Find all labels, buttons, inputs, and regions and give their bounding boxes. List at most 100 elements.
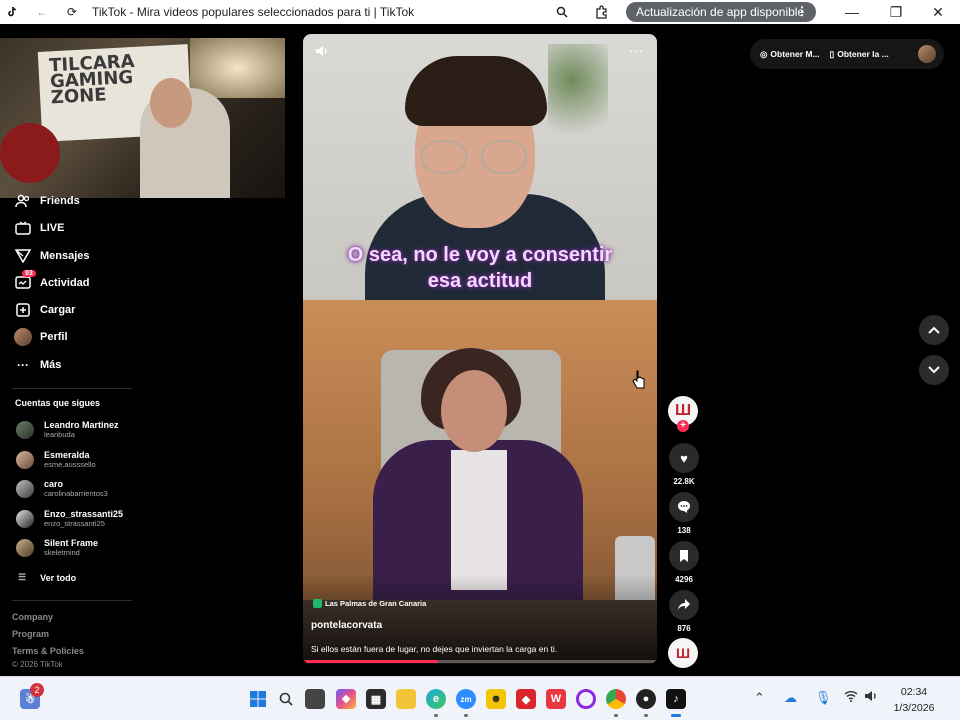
restore-button[interactable]: ❐: [876, 0, 916, 24]
heart-icon[interactable]: ♥: [669, 443, 699, 473]
file-explorer-icon[interactable]: [396, 689, 416, 709]
video-description: Si ellos están fuera de lugar, no dejes …: [311, 644, 558, 654]
list-icon: ☰: [18, 572, 27, 582]
volume-icon[interactable]: [315, 44, 329, 61]
roblox-icon[interactable]: ◆: [516, 689, 536, 709]
more-options-icon[interactable]: ···: [629, 42, 643, 58]
clock-date: 1/3/2026: [893, 702, 935, 714]
clock-time: 02:34: [900, 686, 928, 698]
sidebar-item-profile[interactable]: Perfil: [14, 326, 68, 348]
game-icon[interactable]: ☻: [486, 689, 506, 709]
divider: [12, 388, 132, 389]
footer-link-terms[interactable]: Terms & Policies: [12, 646, 84, 656]
sidebar-item-friends[interactable]: Friends: [14, 190, 80, 212]
location-pin-icon: [313, 599, 322, 608]
coin-icon: ◎: [760, 48, 768, 59]
circle-app-icon[interactable]: [576, 689, 596, 709]
like-action[interactable]: ♥ 22.8K: [667, 443, 701, 486]
video-progress-bar[interactable]: [303, 660, 657, 663]
browser-titlebar: ← ⟳ TikTok - Mira videos populares selec…: [0, 0, 960, 24]
get-coins-button[interactable]: ◎ Obtener M...: [760, 49, 820, 60]
app-update-button[interactable]: Actualización de app disponible ⋮: [626, 2, 816, 22]
extensions-icon[interactable]: [590, 0, 614, 24]
running-indicator: [671, 714, 681, 717]
reload-icon[interactable]: ⟳: [60, 0, 84, 24]
next-video-button[interactable]: [919, 355, 949, 385]
share-count: 876: [677, 624, 691, 633]
following-item[interactable]: caro carolinabarrientos3: [16, 479, 108, 498]
following-handle: skeletmind: [44, 548, 80, 557]
tray-chevron-icon[interactable]: ⌃: [754, 690, 765, 706]
windows-start-icon[interactable]: [248, 689, 268, 709]
footer-link-company[interactable]: Company: [12, 612, 53, 622]
video-author[interactable]: pontelacorvata: [311, 620, 382, 631]
activity-icon: 93: [14, 270, 36, 292]
get-coins-label: Obtener M...: [770, 49, 820, 59]
microphone-icon[interactable]: 🎙︎: [815, 690, 832, 706]
see-all-button[interactable]: ☰ Ver todo: [18, 572, 76, 583]
more-vert-icon[interactable]: ⋮: [796, 4, 808, 18]
sidebar-item-messages[interactable]: Mensajes: [14, 245, 90, 267]
sound-disc-icon[interactable]: Ш: [668, 638, 698, 668]
chrome-icon[interactable]: [606, 689, 626, 709]
sidebar-item-activity[interactable]: 93 Actividad: [14, 270, 90, 294]
copyright: © 2026 TikTok: [12, 660, 63, 669]
close-button[interactable]: ✕: [918, 0, 958, 24]
copilot-icon[interactable]: ❖: [336, 689, 356, 709]
following-item[interactable]: Enzo_strassanti25 enzo_strassanti25: [16, 509, 123, 528]
comment-icon[interactable]: [669, 492, 699, 522]
system-clock[interactable]: 02:34 1/3/2026: [880, 684, 948, 716]
following-handle: esme.ausssello: [44, 460, 96, 469]
bookmark-icon[interactable]: [669, 541, 699, 571]
location-label: Las Palmas de Gran Canaria: [325, 599, 427, 608]
divider: [12, 600, 132, 601]
onedrive-icon[interactable]: ☁: [784, 690, 797, 706]
mouse-cursor-icon: [632, 370, 646, 395]
following-item[interactable]: Silent Frame skeletmind: [16, 538, 98, 557]
like-count: 22.8K: [673, 477, 695, 486]
share-action[interactable]: 876: [667, 590, 701, 633]
minimize-button[interactable]: —: [832, 0, 872, 24]
following-item[interactable]: Leandro Martinez leanbuda: [16, 420, 119, 439]
avatar: [16, 509, 34, 528]
caption-line: O sea, no le voy a consentir: [347, 244, 613, 266]
tiktok-favicon-icon: [0, 0, 24, 24]
save-action[interactable]: 4296: [667, 541, 701, 584]
video-progress-fill: [303, 660, 438, 663]
comment-action[interactable]: 138: [667, 492, 701, 535]
footer-link-program[interactable]: Program: [12, 629, 49, 639]
sidebar-item-live[interactable]: LIVE: [14, 217, 64, 239]
obs-icon[interactable]: ●: [636, 689, 656, 709]
wifi-icon[interactable]: [844, 690, 858, 705]
share-icon[interactable]: [669, 590, 699, 620]
sidebar-item-label: Más: [40, 359, 62, 371]
previous-video-button[interactable]: [919, 315, 949, 345]
get-app-button[interactable]: ▯ Obtener la ...: [830, 49, 889, 60]
live-icon: [14, 219, 32, 237]
avatar: [16, 420, 34, 439]
location-tag[interactable]: Las Palmas de Gran Canaria: [313, 599, 426, 608]
volume-icon[interactable]: [864, 690, 878, 705]
following-item[interactable]: Esmeralda esme.ausssello: [16, 450, 96, 469]
edge-icon[interactable]: e: [426, 689, 446, 709]
page-title: TikTok - Mira videos populares seleccion…: [92, 5, 415, 19]
webcam-overlay: TILCARA GAMING ZONE: [0, 38, 285, 198]
sidebar-item-more[interactable]: ··· Más: [14, 354, 61, 376]
store-icon[interactable]: ▦: [366, 689, 386, 709]
sidebar-item-upload[interactable]: Cargar: [14, 299, 75, 321]
sidebar: TILCARA GAMING ZONE Friends LIVE Mensaje…: [0, 24, 290, 676]
back-icon[interactable]: ←: [30, 0, 54, 24]
user-avatar[interactable]: [918, 45, 936, 63]
messages-icon: [14, 247, 32, 265]
follow-plus-icon[interactable]: +: [677, 420, 689, 432]
following-name: Leandro Martinez: [44, 420, 119, 430]
running-indicator: [464, 714, 468, 717]
search-icon[interactable]: [276, 689, 296, 709]
tiktok-app-icon[interactable]: ♪: [666, 689, 686, 709]
zoom-icon[interactable]: zm: [456, 689, 476, 709]
task-view-icon[interactable]: [305, 689, 325, 709]
search-icon[interactable]: [550, 0, 574, 24]
video-player[interactable]: O sea, no le voy a consentir esa actitud…: [303, 34, 657, 664]
sidebar-item-label: LIVE: [40, 222, 65, 234]
office-icon[interactable]: W: [546, 689, 566, 709]
